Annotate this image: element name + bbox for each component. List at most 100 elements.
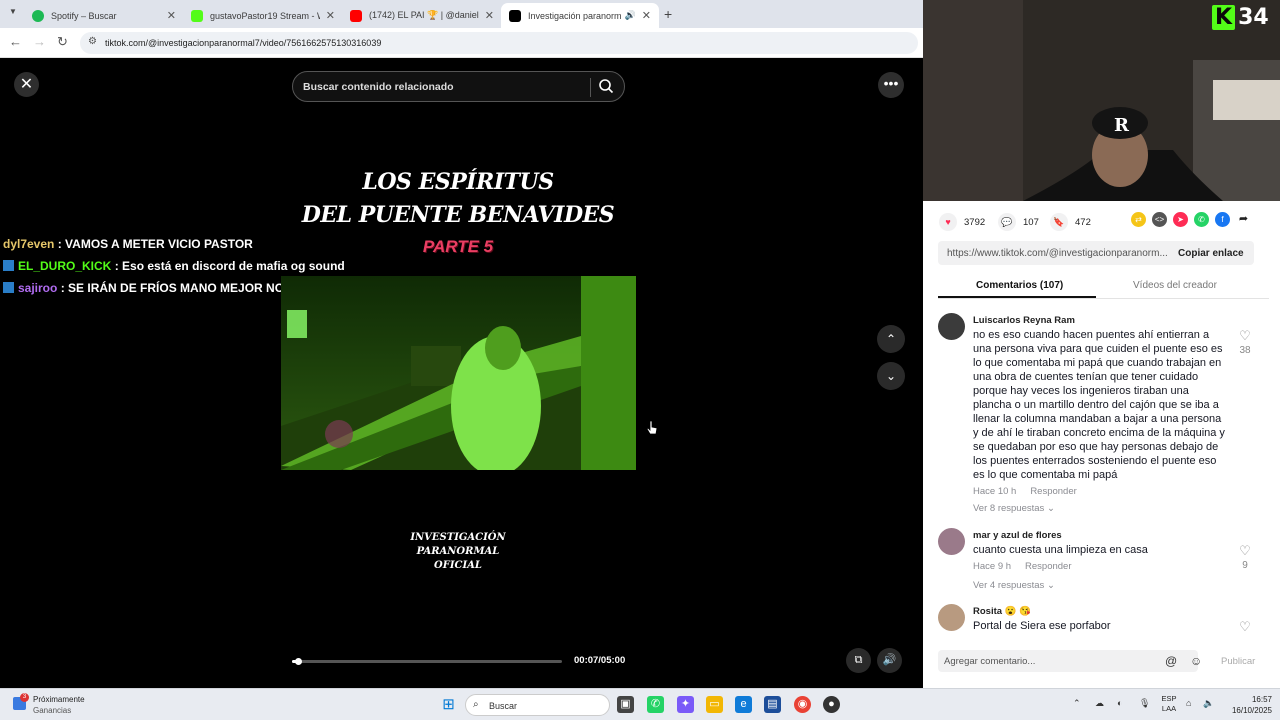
- copy-link-button[interactable]: Copiar enlace: [1178, 248, 1244, 259]
- comment-author[interactable]: Luiscarlos Reyna Ram: [973, 315, 1075, 326]
- comment-like-icon[interactable]: ♡: [1237, 619, 1253, 633]
- tab-youtube[interactable]: (1742) EL PAI 🏆 | @daniel.leyt ✕: [342, 3, 502, 28]
- emoji-icon[interactable]: ☺: [1190, 654, 1202, 668]
- clock[interactable]: 16:57 16/10/2025: [1224, 694, 1272, 716]
- avatar[interactable]: [938, 313, 965, 340]
- forward-icon[interactable]: →: [33, 34, 46, 49]
- comment-like-count: 9: [1242, 560, 1248, 571]
- copilot-icon[interactable]: ✦: [677, 696, 694, 713]
- whatsapp-icon[interactable]: ✆: [1194, 212, 1209, 227]
- heart-icon: ♥: [939, 213, 957, 231]
- video-player[interactable]: ✕ Buscar contenido relacionado ••• LOS E…: [0, 58, 918, 688]
- show-hidden-icons[interactable]: ⌃: [1073, 698, 1081, 709]
- channel-watermark: INVESTIGACIÓN PARANORMAL OFICIAL: [380, 531, 536, 573]
- file-explorer-icon[interactable]: ▭: [706, 696, 723, 713]
- avatar[interactable]: [938, 604, 965, 631]
- share-link-box: https://www.tiktok.com/@investigacionpar…: [938, 241, 1254, 265]
- back-icon[interactable]: ←: [9, 34, 22, 49]
- facebook-icon[interactable]: f: [1215, 212, 1230, 227]
- close-tab-icon[interactable]: ✕: [642, 9, 651, 22]
- progress-bar[interactable]: [292, 658, 562, 665]
- floating-player-button[interactable]: ⧉: [846, 648, 871, 673]
- new-tab-button[interactable]: +: [664, 6, 672, 22]
- embed-icon[interactable]: <>: [1152, 212, 1167, 227]
- app-tray-icon[interactable]: ◐: [1117, 698, 1122, 708]
- overlay-number: 34: [1238, 5, 1269, 30]
- chat-separator: :: [57, 281, 69, 295]
- related-search-field[interactable]: Buscar contenido relacionado: [292, 71, 625, 102]
- store-icon[interactable]: ▤: [764, 696, 781, 713]
- site-info-icon[interactable]: ⚙: [88, 36, 97, 47]
- mention-icon[interactable]: @: [1165, 654, 1177, 668]
- close-tab-icon[interactable]: ✕: [167, 9, 176, 22]
- taskbar-search-label: Buscar: [489, 701, 518, 711]
- tab-comments[interactable]: Comentarios (107): [976, 280, 1063, 291]
- microphone-icon[interactable]: 🎙: [1139, 698, 1150, 709]
- clock-date: 16/10/2025: [1231, 706, 1272, 715]
- audio-playing-icon[interactable]: 🔊: [625, 10, 636, 21]
- chat-separator: :: [111, 259, 123, 273]
- comment-author[interactable]: Rosita 😮 😘: [973, 606, 1031, 617]
- save-button[interactable]: 🔖 472: [1050, 213, 1091, 231]
- like-button[interactable]: ♥ 3792: [939, 213, 985, 231]
- chrome-icon[interactable]: ◉: [794, 696, 811, 713]
- whatsapp-icon[interactable]: ✆: [647, 696, 664, 713]
- tab-kick-stream[interactable]: gustavoPastor19 Stream - Watc ✕: [183, 3, 343, 28]
- sync-icon[interactable]: ☁: [1095, 698, 1104, 709]
- edge-icon[interactable]: e: [735, 696, 752, 713]
- kick-overlay-logo: K 34: [1212, 5, 1269, 30]
- tab-creator-videos[interactable]: Vídeos del creador: [1133, 280, 1217, 291]
- speaker-icon[interactable]: 🔈: [1203, 698, 1214, 709]
- publish-button[interactable]: Publicar: [1221, 656, 1255, 667]
- reply-button[interactable]: Responder: [1025, 561, 1071, 572]
- reload-icon[interactable]: ↻: [57, 34, 68, 50]
- chevron-down-icon: ⌄: [1046, 580, 1055, 591]
- obs-icon[interactable]: ●: [823, 696, 840, 713]
- chat-username: EL_DURO_KICK: [18, 259, 112, 273]
- tab-spotify[interactable]: Spotify – Buscar ✕: [24, 3, 184, 28]
- task-view-icon[interactable]: ▣: [617, 696, 634, 713]
- share-link-text[interactable]: https://www.tiktok.com/@investigacionpar…: [947, 248, 1167, 259]
- next-video-button[interactable]: ⌄: [877, 362, 905, 390]
- comment-like-icon[interactable]: ♡: [1237, 543, 1253, 559]
- close-button[interactable]: ✕: [14, 72, 39, 97]
- comment-input[interactable]: Agregar comentario... @ ☺: [938, 650, 1202, 672]
- progress-knob[interactable]: [295, 658, 303, 665]
- tab-title: Investigación paranormal p: [528, 10, 621, 21]
- more-options-button[interactable]: •••: [878, 72, 904, 98]
- reply-button[interactable]: Responder: [1030, 486, 1076, 497]
- repost-icon[interactable]: ⇄: [1131, 212, 1146, 227]
- previous-video-button[interactable]: ⌃: [877, 325, 905, 353]
- kick-logo-icon: K: [1212, 5, 1236, 30]
- active-tab-underline: [938, 296, 1096, 298]
- clock-time: 16:57: [1251, 695, 1272, 704]
- panel-tabs: Comentarios (107) Vídeos del creador: [938, 274, 1269, 299]
- comment-like-icon[interactable]: ♡: [1237, 328, 1253, 344]
- tab-search-icon[interactable]: ▼: [6, 7, 20, 21]
- language-indicator[interactable]: ESP LAA: [1160, 694, 1178, 714]
- network-icon[interactable]: ⌂: [1186, 698, 1191, 708]
- avatar[interactable]: [938, 528, 965, 555]
- windows-start-icon[interactable]: ⊞: [440, 696, 457, 713]
- browser-tab-strip: ▼ Spotify – Buscar ✕ gustavoPastor19 Str…: [0, 0, 923, 28]
- taskbar-search[interactable]: ⌕ Buscar: [465, 694, 610, 716]
- url-field[interactable]: ⚙ tiktok.com/@investigacionparanormal7/v…: [80, 32, 918, 54]
- close-tab-icon[interactable]: ✕: [485, 9, 494, 22]
- comment-time: Hace 10 h: [973, 486, 1017, 497]
- video-frame[interactable]: [281, 276, 636, 470]
- view-replies-button[interactable]: Ver 4 respuestas ⌄: [973, 580, 1055, 591]
- send-icon[interactable]: ➤: [1173, 212, 1188, 227]
- search-icon[interactable]: [598, 78, 614, 94]
- comment-time: Hace 9 h: [973, 561, 1012, 572]
- volume-button[interactable]: 🔊: [877, 648, 902, 673]
- tab-tiktok[interactable]: Investigación paranormal p 🔊 ✕: [501, 3, 659, 28]
- spotify-icon: [32, 9, 44, 22]
- close-tab-icon[interactable]: ✕: [326, 9, 335, 22]
- comment-author[interactable]: mar y azul de flores: [973, 530, 1062, 541]
- language-line1: ESP: [1161, 694, 1177, 703]
- comment-button[interactable]: 💬 107: [998, 213, 1039, 231]
- view-replies-button[interactable]: Ver 8 respuestas ⌄: [973, 503, 1055, 514]
- watermark-line: OFICIAL: [434, 560, 482, 571]
- comment-text: Portal de Siera ese porfabor: [973, 620, 1111, 632]
- share-arrow-icon[interactable]: ➦: [1236, 212, 1251, 227]
